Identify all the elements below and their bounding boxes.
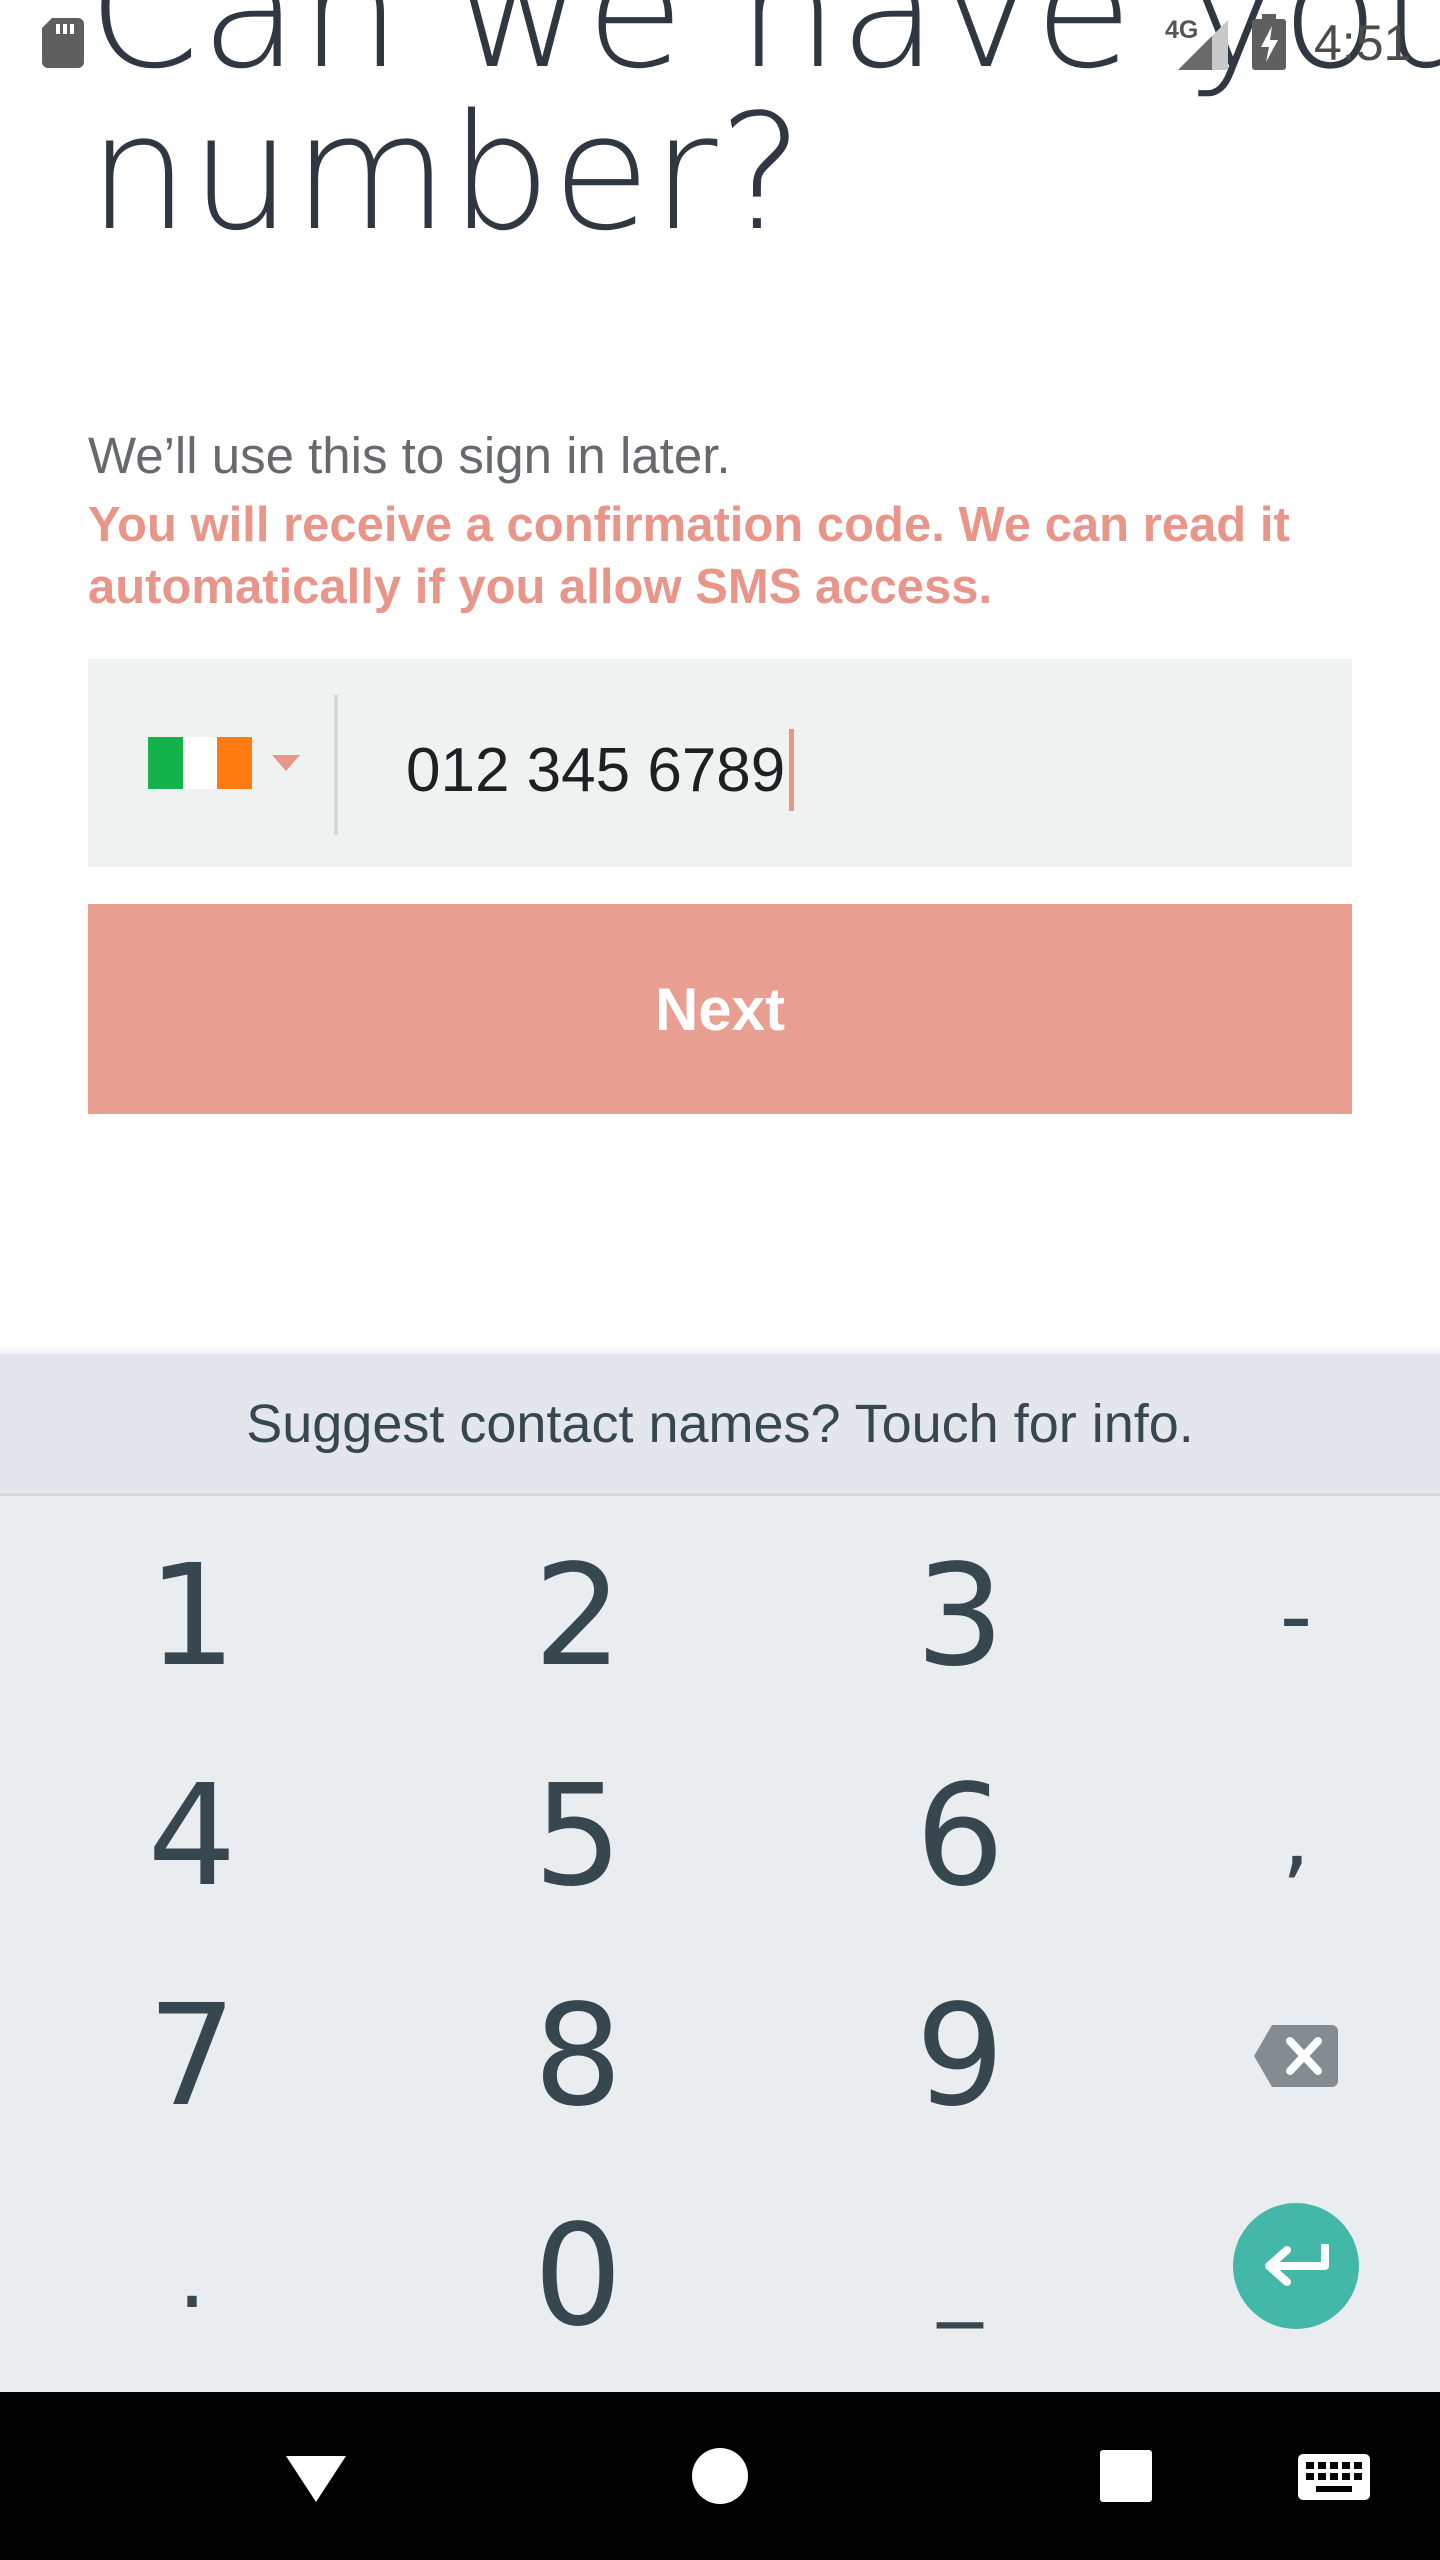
key-2[interactable]: 2 — [398, 1506, 758, 1726]
backspace-icon — [1254, 2025, 1338, 2087]
key-period[interactable]: . — [12, 2166, 372, 2386]
screen: Can we have your number? We’ll use this … — [0, 0, 1440, 2560]
home-icon[interactable] — [680, 2436, 760, 2516]
key-5[interactable]: 5 — [398, 1726, 758, 1946]
country-picker[interactable] — [148, 737, 308, 789]
battery-charging-icon — [1252, 14, 1286, 70]
field-divider — [334, 695, 338, 835]
status-bar: 4G 4:51 — [0, 0, 1440, 84]
key-6[interactable]: 6 — [780, 1726, 1140, 1946]
key-0[interactable]: 0 — [398, 2166, 758, 2386]
recents-icon[interactable] — [1086, 2436, 1166, 2516]
phone-input-value: 012 345 6789 — [406, 735, 786, 805]
keyboard-suggestion-strip[interactable]: Suggest contact names? Touch for info. — [0, 1354, 1440, 1496]
key-1[interactable]: 1 — [12, 1506, 372, 1726]
key-4[interactable]: 4 — [12, 1726, 372, 1946]
phone-number-field: 012 345 6789 — [88, 659, 1352, 867]
enter-icon — [1265, 2244, 1329, 2286]
page-title-line-2: number? — [88, 79, 805, 266]
subtitle: We’ll use this to sign in later. — [88, 427, 731, 484]
key-9[interactable]: 9 — [780, 1946, 1140, 2166]
next-button[interactable]: Next — [88, 904, 1352, 1114]
suggestion-text: Suggest contact names? Touch for info. — [246, 1393, 1194, 1454]
dropdown-caret-icon — [272, 755, 300, 771]
numeric-keyboard: Suggest contact names? Touch for info. 1… — [0, 1354, 1440, 2392]
text-cursor — [789, 729, 795, 811]
key-enter[interactable] — [1233, 2203, 1359, 2329]
key-underscore[interactable]: _ — [780, 2166, 1140, 2386]
key-backspace[interactable] — [1116, 1946, 1440, 2166]
keyboard-switch-icon[interactable] — [1294, 2436, 1374, 2516]
signal-icon — [1178, 20, 1228, 70]
ireland-flag-icon — [148, 737, 253, 789]
key-7[interactable]: 7 — [12, 1946, 372, 2166]
key-3[interactable]: 3 — [780, 1506, 1140, 1726]
phone-input[interactable]: 012 345 6789 — [406, 729, 795, 811]
navigation-bar — [0, 2392, 1440, 2560]
key-8[interactable]: 8 — [398, 1946, 758, 2166]
sd-card-icon — [42, 18, 84, 68]
back-icon[interactable] — [276, 2436, 356, 2516]
key-dash[interactable]: - — [1116, 1506, 1440, 1726]
key-comma[interactable]: , — [1116, 1726, 1440, 1946]
clock: 4:51 — [1314, 15, 1412, 71]
sms-notice: You will receive a confirmation code. We… — [88, 498, 1290, 614]
